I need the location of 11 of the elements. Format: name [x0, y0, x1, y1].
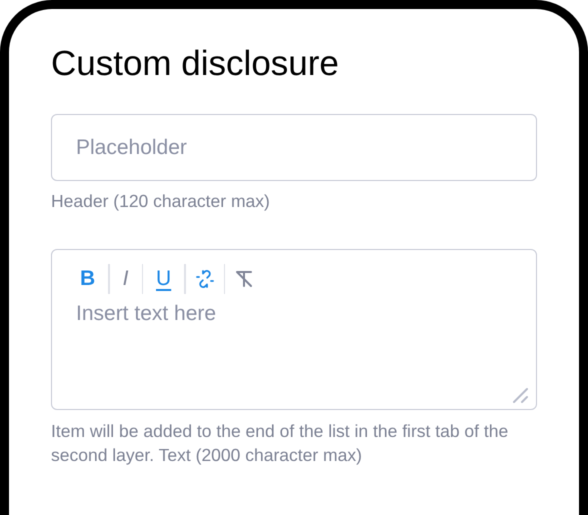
clear-format-icon[interactable]: [234, 269, 254, 289]
header-field[interactable]: Placeholder: [51, 114, 537, 181]
page-title: Custom disclosure: [51, 44, 340, 84]
bold-button[interactable]: B: [76, 267, 100, 291]
underline-button[interactable]: U: [152, 267, 176, 291]
editor-hint: Item will be added to the end of the list in the first tab of the second layer. Text (2000 character max): [51, 420, 510, 467]
text-editor[interactable]: B I U Insert text here: [51, 249, 537, 410]
italic-button[interactable]: I: [118, 267, 133, 291]
resize-handle-icon[interactable]: [512, 387, 528, 403]
link-icon[interactable]: [194, 269, 215, 289]
field-hint: Header (120 character max): [51, 190, 271, 213]
